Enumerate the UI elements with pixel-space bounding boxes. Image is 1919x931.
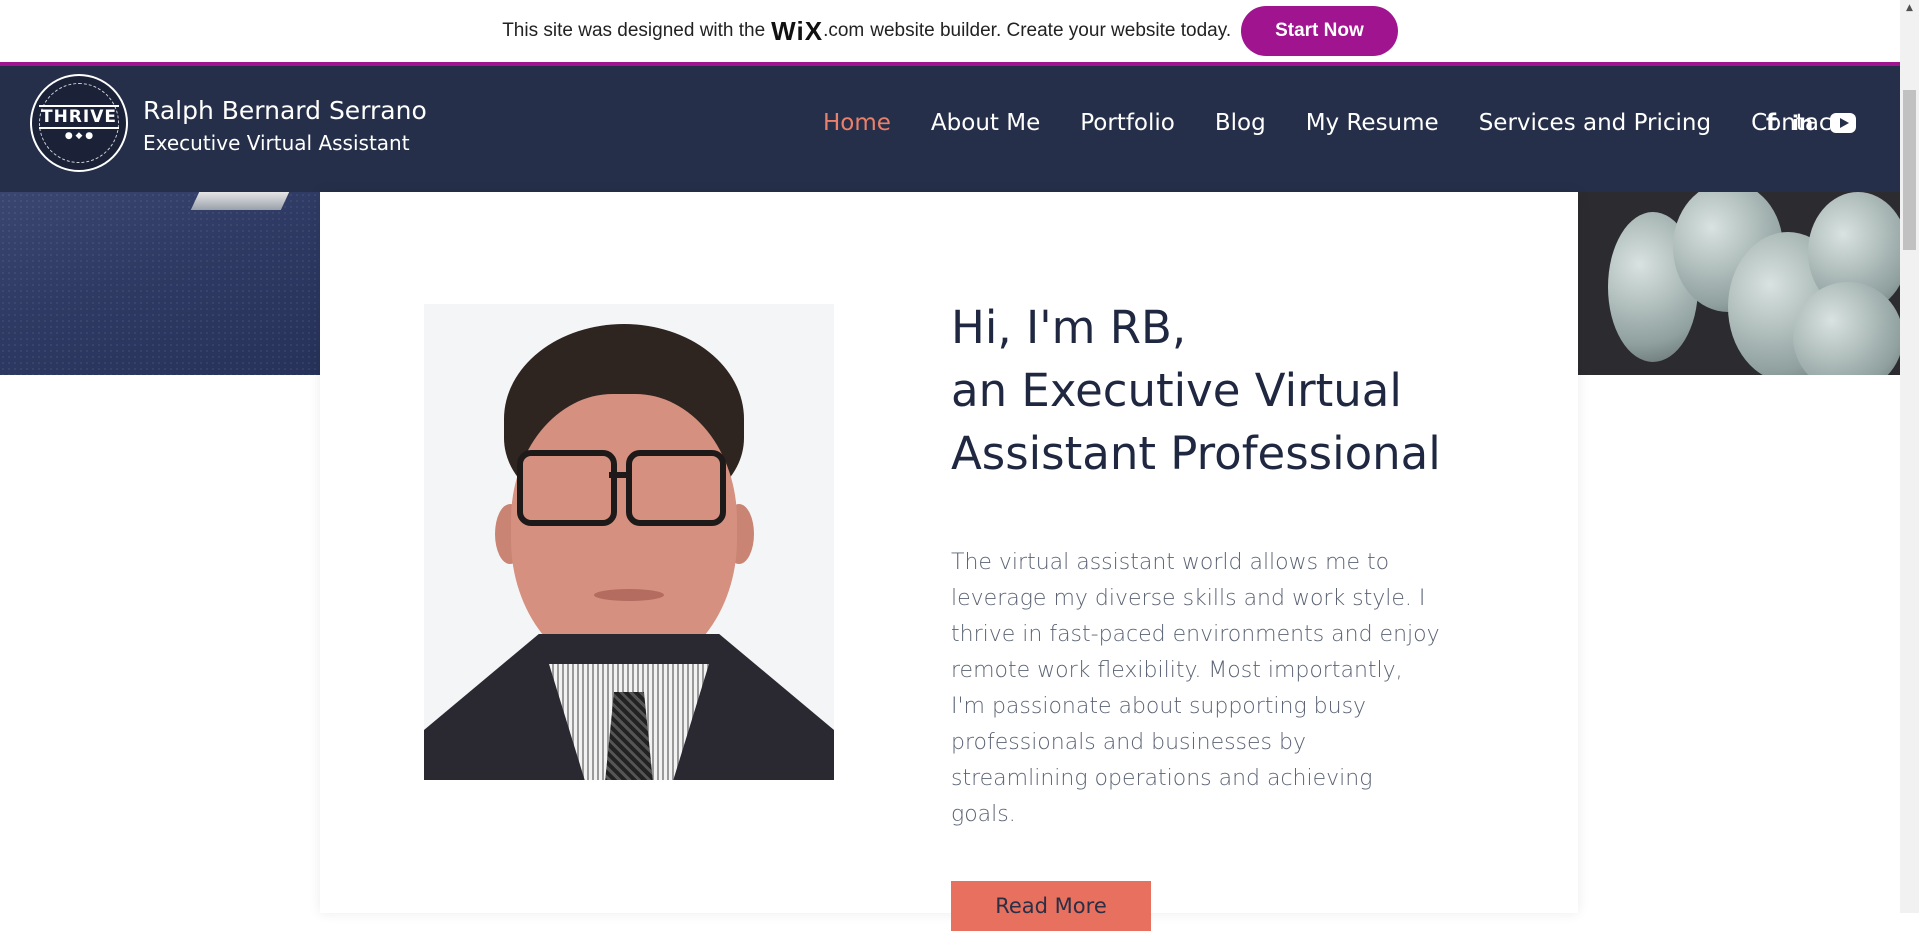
- scrollbar-thumb[interactable]: [1903, 90, 1916, 250]
- photo-glasses-bridge: [609, 472, 629, 478]
- nav-item-home[interactable]: Home: [823, 110, 891, 136]
- headline-line-3: Assistant Professional: [951, 427, 1441, 480]
- play-icon: [1839, 118, 1849, 128]
- hero-background-right: [1578, 192, 1900, 375]
- headline-line-2: an Executive Virtual: [951, 364, 1402, 417]
- photo-glasses: [517, 450, 617, 526]
- page-scrollbar[interactable]: ▲: [1900, 0, 1919, 913]
- nav-item-about-me[interactable]: About Me: [931, 110, 1040, 136]
- nav-item-portfolio[interactable]: Portfolio: [1080, 110, 1175, 136]
- site-tagline: Executive Virtual Assistant: [143, 131, 410, 155]
- scroll-up-icon[interactable]: ▲: [1900, 0, 1919, 17]
- site-name[interactable]: Ralph Bernard Serrano: [143, 96, 427, 125]
- social-links: f in: [1766, 110, 1856, 136]
- wix-promo-text: This site was designed with the WiX .com …: [502, 16, 1231, 47]
- start-now-button[interactable]: Start Now: [1241, 6, 1398, 56]
- wix-logo: WiX: [771, 15, 824, 46]
- youtube-icon[interactable]: [1830, 113, 1856, 133]
- laptop-corner-image: [190, 192, 290, 210]
- headline-line-1: Hi, I'm RB,: [951, 301, 1187, 354]
- facebook-icon[interactable]: f: [1766, 110, 1778, 136]
- linkedin-icon[interactable]: in: [1792, 111, 1816, 135]
- site-header: THRIVE ● ◆ ● Ralph Bernard Serrano Execu…: [0, 66, 1900, 192]
- logo-ornament-icon: ● ◆ ●: [64, 131, 94, 141]
- wix-promo-text-after: website builder. Create your website tod…: [870, 20, 1232, 41]
- profile-photo: [424, 304, 834, 780]
- nav-item-services-and-pricing[interactable]: Services and Pricing: [1479, 110, 1711, 136]
- wix-promo-text-before: This site was designed with the: [502, 20, 766, 41]
- logo-text: THRIVE: [38, 105, 119, 129]
- nav-item-my-resume[interactable]: My Resume: [1306, 110, 1439, 136]
- photo-face: [511, 394, 737, 674]
- hero-card: Hi, I'm RB, an Executive Virtual Assista…: [320, 192, 1578, 931]
- photo-glasses: [626, 450, 726, 526]
- fabric-texture: [0, 192, 320, 375]
- wix-promo-banner: This site was designed with the WiX .com …: [0, 0, 1900, 66]
- hero-headline: Hi, I'm RB, an Executive Virtual Assista…: [951, 296, 1471, 485]
- read-more-button[interactable]: Read More: [951, 881, 1151, 931]
- hero-background-left: [0, 192, 320, 375]
- hero-intro-text: The virtual assistant world allows me to…: [951, 550, 1440, 827]
- thrive-logo[interactable]: THRIVE ● ◆ ●: [30, 74, 128, 172]
- wix-dotcom: .com: [823, 20, 865, 41]
- nav-item-blog[interactable]: Blog: [1215, 110, 1266, 136]
- main-nav: Home About Me Portfolio Blog My Resume S…: [823, 110, 1881, 136]
- photo-mouth: [594, 589, 664, 601]
